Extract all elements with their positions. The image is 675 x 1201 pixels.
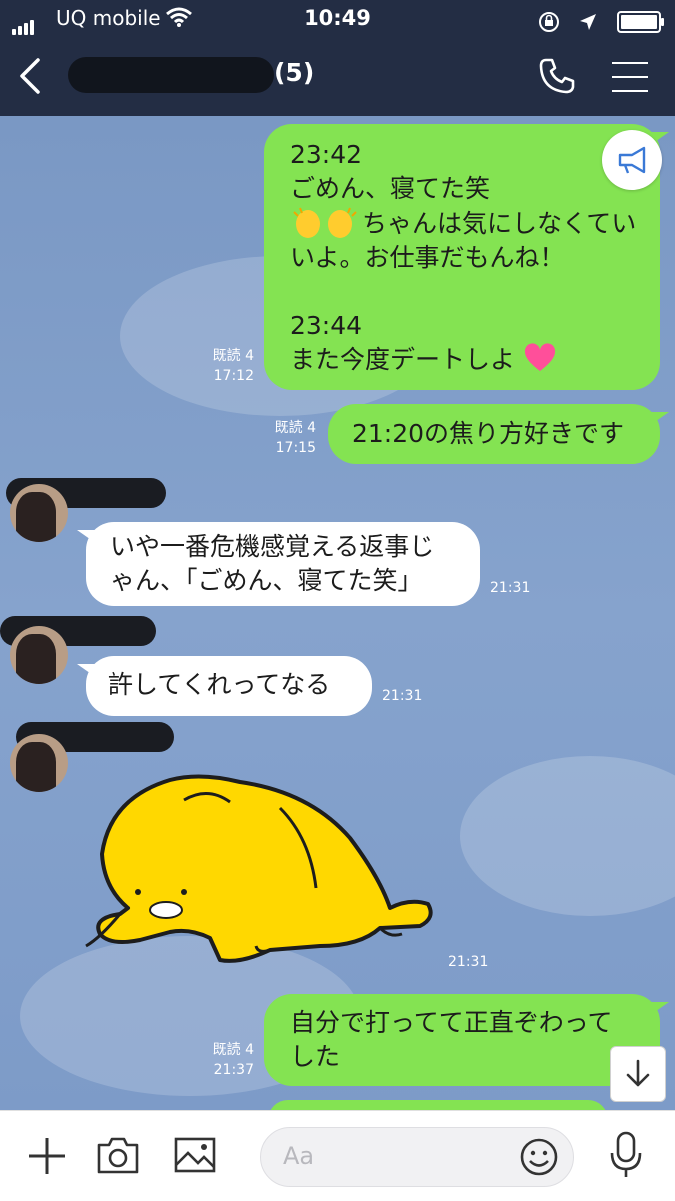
rotation-lock-icon xyxy=(539,11,560,32)
announce-button[interactable] xyxy=(602,130,662,190)
heart-emoji-icon xyxy=(524,343,556,371)
avatar[interactable] xyxy=(10,734,68,792)
bubble-tail xyxy=(77,530,97,544)
outgoing-message[interactable]: 21:20の焦り方好きです xyxy=(328,404,669,464)
message-text: 許してくれってなる xyxy=(108,670,331,699)
read-receipt: 既読 4 xyxy=(212,348,254,364)
message-text: いよ。お仕事だもんね！ xyxy=(290,243,565,272)
outgoing-message[interactable]: 23:42 ごめん、寝てた笑 ちゃんは気にしなくてい いよ。お仕事だもんね！ 2… xyxy=(264,124,669,390)
yellow-cat-sticker[interactable] xyxy=(80,768,440,978)
plus-icon[interactable] xyxy=(26,1135,68,1177)
message-text: した xyxy=(290,1042,341,1071)
message-text: 自分で打ってて正直ぞわって xyxy=(290,1008,613,1037)
message-line: また今度デートしよ xyxy=(290,343,650,377)
message-time: 17:15 xyxy=(275,440,316,456)
scroll-down-button[interactable] xyxy=(610,1046,666,1102)
bubble-tail xyxy=(77,664,97,678)
message-meta: 既読 4 17:15 xyxy=(248,418,316,458)
phone-icon[interactable] xyxy=(538,57,576,95)
message-input[interactable]: Aa xyxy=(260,1127,574,1187)
message-text: ゃん、「ごめん、寝てた笑」 xyxy=(110,566,423,595)
message-text: 21:20の焦り方好きです xyxy=(352,419,625,448)
top-bar: UQ mobile 10:49 (5) xyxy=(0,0,675,116)
message-line: ちゃんは気にしなくてい xyxy=(290,206,650,241)
message-text: ごめん、寝てた笑 xyxy=(290,174,491,203)
mic-icon[interactable] xyxy=(608,1131,644,1179)
background-cloud xyxy=(460,756,675,916)
member-count: (5) xyxy=(274,58,315,87)
read-receipt: 既読 4 xyxy=(212,1042,254,1058)
image-icon[interactable] xyxy=(174,1135,216,1175)
megaphone-icon xyxy=(618,146,646,174)
message-time: 17:12 xyxy=(213,368,254,384)
message-meta: 既読 4 17:12 xyxy=(186,346,254,386)
camera-icon[interactable] xyxy=(96,1135,140,1175)
emoji-icon[interactable] xyxy=(519,1137,559,1177)
battery-icon xyxy=(617,10,664,33)
message-text: いや一番危機感覚える返事じ xyxy=(110,532,435,561)
input-bar: Aa xyxy=(0,1110,675,1201)
avatar[interactable] xyxy=(10,484,68,542)
status-bar: UQ mobile 10:49 xyxy=(0,0,675,38)
back-icon[interactable] xyxy=(14,54,48,98)
status-icons xyxy=(538,8,664,33)
incoming-message[interactable]: 許してくれってなる xyxy=(77,656,372,716)
menu-icon[interactable] xyxy=(612,62,648,104)
avatar[interactable] xyxy=(10,626,68,684)
message-text: 23:42 xyxy=(290,140,363,169)
message-time: 21:31 xyxy=(490,580,531,596)
read-receipt: 既読 4 xyxy=(274,420,316,436)
message-text: また今度デートしよ xyxy=(290,345,516,374)
scroll-down-icon xyxy=(626,1059,650,1087)
message-time: 21:31 xyxy=(448,954,489,970)
message-time: 21:31 xyxy=(382,688,423,704)
raised-hands-emoji-icon xyxy=(293,207,357,238)
message-input-placeholder: Aa xyxy=(283,1142,315,1170)
incoming-message[interactable]: いや一番危機感覚える返事じ ゃん、「ごめん、寝てた笑」 xyxy=(77,522,480,606)
message-meta: 既読 4 21:37 xyxy=(186,1040,254,1080)
message-text: ちゃんは気にしなくてい xyxy=(362,209,637,238)
bubble-tail xyxy=(649,1002,669,1016)
location-icon xyxy=(579,13,596,30)
message-text: 23:44 xyxy=(290,311,363,340)
message-time: 21:37 xyxy=(213,1062,254,1078)
chat-name-redacted xyxy=(68,57,274,93)
outgoing-message[interactable]: 自分で打ってて正直ぞわって した xyxy=(264,994,669,1086)
bubble-tail xyxy=(649,412,669,426)
